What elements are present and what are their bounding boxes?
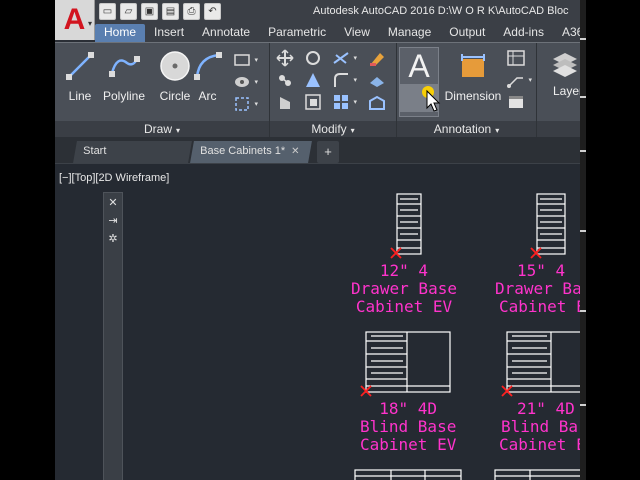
tab-start[interactable]: Start <box>73 141 192 163</box>
tab-annotate[interactable]: Annotate <box>193 24 259 42</box>
mirror-icon[interactable] <box>304 71 322 89</box>
dimension-button[interactable]: Dimension <box>443 49 503 109</box>
mouse-cursor-icon <box>422 86 441 112</box>
tab-base-cabinets[interactable]: Base Cabinets 1* ✕ <box>190 141 312 163</box>
arc-label: Arc <box>198 89 217 103</box>
tab-add-ins[interactable]: Add-ins <box>494 24 553 42</box>
erase-icon[interactable] <box>368 49 386 67</box>
quick-access-toolbar: ▭ ▱ ▣ ▤ ⎙ ↶ <box>99 3 221 21</box>
explode-icon[interactable] <box>368 71 386 89</box>
layer-properties-button[interactable]: Layer Properti <box>543 49 580 109</box>
autocad-logo-icon: A <box>63 3 86 36</box>
tab-home[interactable]: Home <box>95 24 146 42</box>
block-label-15-drawer: 15" 4 Drawer Ba Cabinet E <box>495 261 580 316</box>
offset-icon[interactable] <box>368 93 386 111</box>
fillet-icon[interactable]: ▾ <box>332 71 357 89</box>
drawing-canvas[interactable]: [−][Top][2D Wireframe] ✕ ⇥ ✲ 12" 4 Drawe… <box>55 163 580 480</box>
text-icon: A <box>408 47 430 84</box>
undo-icon[interactable]: ↶ <box>204 3 221 20</box>
draw-group-title[interactable]: Draw ▾ <box>55 121 269 138</box>
block-label-21-blind: 21" 4D Blind Ba Cabinet E <box>499 399 580 454</box>
layers-icon <box>543 49 580 83</box>
dimension-label: Dimension <box>444 89 502 103</box>
new-file-icon[interactable]: ▭ <box>99 3 116 20</box>
stretch-icon[interactable] <box>276 93 294 111</box>
annotation-group: A Dimension ▾ Annotation ▾ <box>397 43 537 138</box>
insertion-point-icon <box>530 247 542 259</box>
save-icon[interactable]: ▣ <box>141 3 158 20</box>
autocad-window: ▭ ▱ ▣ ▤ ⎙ ↶ Autodesk AutoCAD 2016 D:\W O… <box>55 0 580 480</box>
block-label-12-drawer: 12" 4 Drawer Base Cabinet EV <box>351 261 457 316</box>
document-tab-label: Base Cabinets 1* <box>200 145 286 157</box>
cabinet-block-15-drawer[interactable] <box>536 193 566 255</box>
leader-icon[interactable]: ▾ <box>507 71 532 89</box>
array-icon[interactable]: ▾ <box>332 93 357 111</box>
save-as-icon[interactable]: ▤ <box>162 3 179 20</box>
tab-insert[interactable]: Insert <box>145 24 193 42</box>
layers-group: Layer Properti <box>537 43 580 138</box>
title-bar: ▭ ▱ ▣ ▤ ⎙ ↶ Autodesk AutoCAD 2016 D:\W O… <box>55 0 580 24</box>
file-tab-bar: Start Base Cabinets 1* ✕ + <box>55 137 580 163</box>
cabinet-block-21-blind[interactable] <box>506 331 580 393</box>
screen-edge-strip <box>580 0 586 480</box>
layer-properties-label: Layer Properti <box>553 84 580 98</box>
region-icon[interactable]: ▾ <box>233 95 258 113</box>
rotate-icon[interactable] <box>304 49 322 67</box>
cabinet-block-partial[interactable] <box>354 469 580 480</box>
ribbon-panel: Line Polyline Circle Arc ▾ ▾ ▾ Draw ▾ ▾ … <box>55 42 580 138</box>
annotation-group-title[interactable]: Annotation ▾ <box>397 121 536 138</box>
trim-icon[interactable]: ▾ <box>332 49 357 67</box>
cabinet-block-18-blind[interactable] <box>365 331 451 393</box>
table-style-icon[interactable] <box>507 93 525 111</box>
text-dropdown[interactable] <box>400 84 441 112</box>
application-menu-button[interactable]: A ▾ <box>55 0 95 40</box>
tab-output[interactable]: Output <box>440 24 494 42</box>
close-icon[interactable]: ✕ <box>291 146 299 157</box>
scale-icon[interactable] <box>304 93 322 111</box>
chevron-down-icon: ▾ <box>87 19 92 28</box>
arc-icon <box>185 49 230 83</box>
modify-group: ▾ ▾ ▾ Modify ▾ <box>270 43 397 138</box>
hatch-icon[interactable]: ▾ <box>233 73 258 91</box>
rectangle-icon[interactable]: ▾ <box>233 51 258 69</box>
tab-manage[interactable]: Manage <box>379 24 440 42</box>
move-icon[interactable] <box>276 49 294 67</box>
tab-view[interactable]: View <box>335 24 379 42</box>
open-folder-icon[interactable]: ▱ <box>120 3 137 20</box>
dimension-icon <box>443 49 503 83</box>
block-label-18-blind: 18" 4D Blind Base Cabinet EV <box>360 399 457 454</box>
copy-icon[interactable] <box>276 71 294 89</box>
tab-parametric[interactable]: Parametric <box>259 24 335 42</box>
layers-group-title[interactable] <box>537 121 580 138</box>
text-button[interactable]: A <box>399 47 441 117</box>
insertion-point-icon <box>390 247 402 259</box>
cabinet-block-12-drawer[interactable] <box>396 193 422 255</box>
table-icon[interactable] <box>507 49 525 67</box>
new-tab-button[interactable]: + <box>317 141 339 163</box>
draw-group: Line Polyline Circle Arc ▾ ▾ ▾ Draw ▾ <box>55 43 270 138</box>
tab-a360[interactable]: A36 <box>553 24 580 42</box>
plot-icon[interactable]: ⎙ <box>183 3 200 20</box>
arc-button[interactable]: Arc <box>185 49 230 109</box>
window-title: Autodesk AutoCAD 2016 D:\W O R K\AutoCAD… <box>313 5 569 17</box>
modify-group-title[interactable]: Modify ▾ <box>270 121 396 138</box>
ribbon-tab-bar: Home Insert Annotate Parametric View Man… <box>95 24 580 42</box>
